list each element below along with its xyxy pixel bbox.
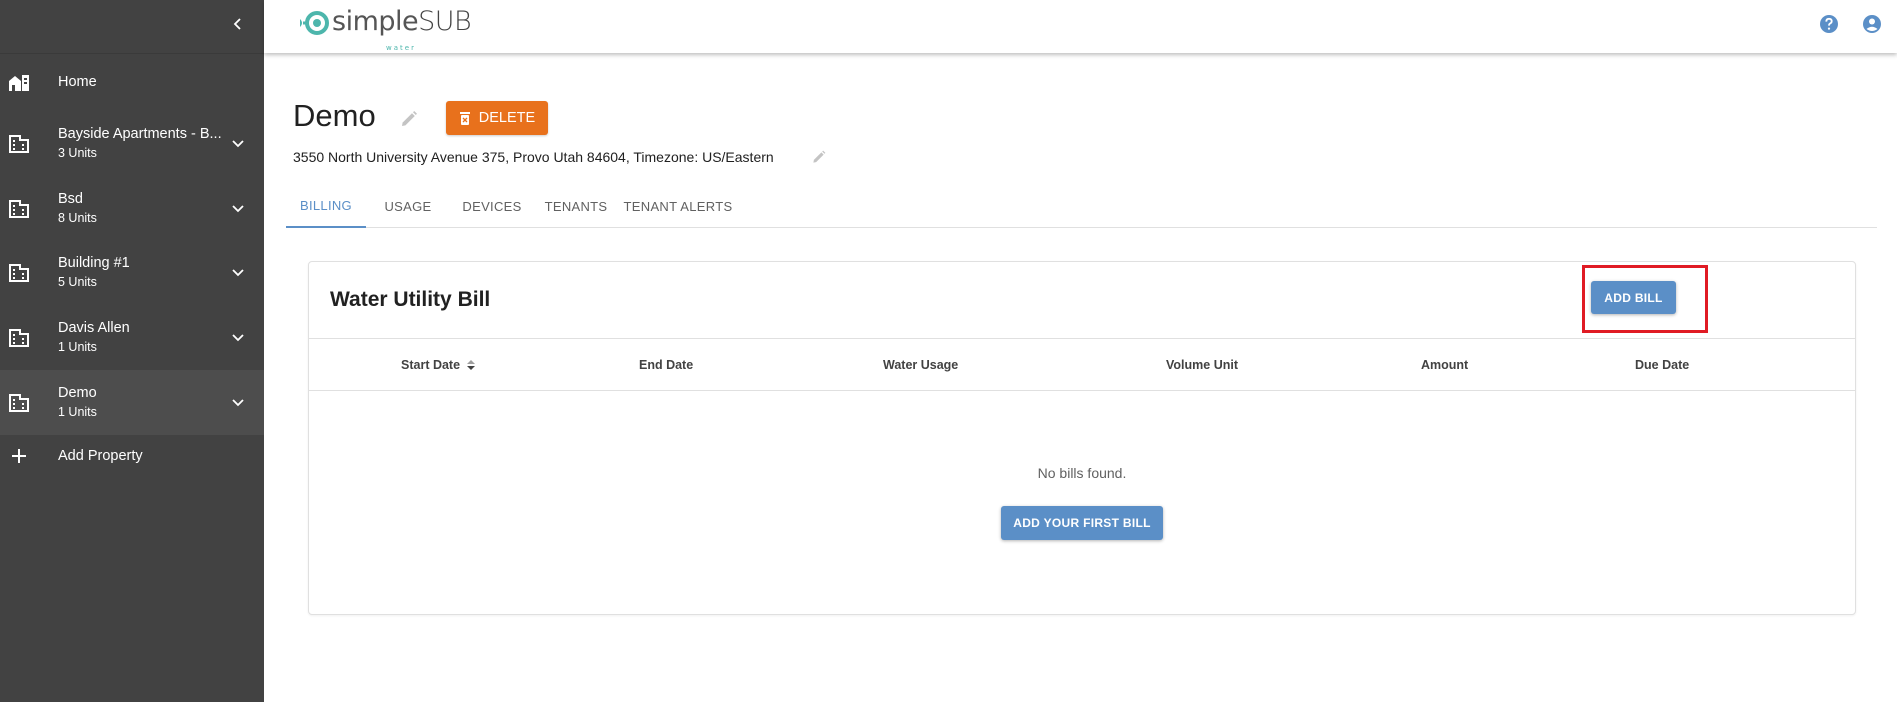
card-title: Water Utility Bill (330, 288, 491, 311)
add-first-bill-button[interactable]: ADD YOUR FIRST BILL (1001, 506, 1163, 540)
logo-droplet-icon (300, 11, 329, 35)
sidebar-item-property-active[interactable]: Demo 1 Units (0, 370, 264, 435)
edit-address-pencil-icon[interactable] (811, 149, 827, 165)
add-bill-button[interactable]: ADD BILL (1591, 281, 1676, 314)
chevron-left-icon (233, 18, 241, 30)
logo-wordmark: simpleSUB water (332, 6, 472, 53)
tab-usage[interactable]: USAGE (366, 184, 450, 228)
tab-billing[interactable]: BILLING (286, 184, 366, 228)
column-header-start-date[interactable]: Start Date (401, 339, 478, 391)
property-units: 1 Units (58, 340, 97, 354)
chevron-down-icon[interactable] (228, 134, 248, 154)
property-address: 3550 North University Avenue 375, Provo … (293, 149, 774, 165)
column-header-water-usage: Water Usage (883, 358, 959, 372)
sidebar-divider (0, 53, 264, 54)
building-icon (8, 198, 30, 220)
chevron-down-icon[interactable] (228, 199, 248, 219)
edit-pencil-icon[interactable] (399, 109, 419, 129)
building-icon (8, 262, 30, 284)
building-icon (8, 392, 30, 414)
tab-devices[interactable]: DEVICES (450, 184, 534, 228)
logo-text-sub: SUB (418, 6, 472, 37)
water-utility-bill-card: Water Utility Bill ADD BILL Start Date E… (308, 261, 1856, 615)
account-circle-icon[interactable] (1861, 13, 1883, 35)
top-bar: simpleSUB water (264, 0, 1897, 53)
sidebar: Home Bayside Apartments - B... 3 Units B… (0, 0, 264, 702)
bills-table-header: Start Date End Date Water Usage Volume U… (309, 338, 1855, 391)
page-title: Demo (293, 98, 376, 133)
property-units: 8 Units (58, 211, 97, 225)
delete-button-label: DELETE (478, 110, 536, 126)
property-name: Bayside Apartments - B... (58, 126, 222, 142)
column-header-end-date: End Date (639, 358, 694, 372)
tab-tenants[interactable]: TENANTS (534, 184, 618, 228)
column-header-volume-unit: Volume Unit (1166, 358, 1238, 372)
property-name: Demo (58, 385, 97, 401)
property-units: 3 Units (58, 146, 97, 160)
property-units: 1 Units (58, 405, 97, 419)
sidebar-item-property[interactable]: Bsd 8 Units (0, 182, 264, 236)
home-building-icon (8, 71, 30, 93)
chevron-down-icon[interactable] (228, 393, 248, 413)
property-tabs: BILLING USAGE DEVICES TENANTS TENANT ALE… (286, 184, 1877, 228)
building-icon (8, 327, 30, 349)
sidebar-item-add-property[interactable]: Add Property (0, 436, 264, 476)
trash-icon (459, 112, 470, 125)
chevron-down-icon[interactable] (228, 328, 248, 348)
sort-icon[interactable] (464, 358, 478, 372)
sidebar-item-property[interactable]: Davis Allen 1 Units (0, 311, 264, 365)
help-circle-icon[interactable] (1818, 13, 1840, 35)
empty-state-message: No bills found. (1037, 465, 1127, 481)
sidebar-collapse-button[interactable] (228, 10, 248, 38)
delete-button[interactable]: DELETE (446, 101, 548, 135)
property-units: 5 Units (58, 275, 97, 289)
sidebar-item-home[interactable]: Home (0, 62, 264, 102)
column-label: Start Date (401, 358, 461, 372)
simplesub-logo[interactable]: simpleSUB water (298, 5, 472, 53)
plus-icon (8, 445, 30, 467)
column-header-due-date: Due Date (1635, 358, 1690, 372)
sidebar-item-label: Home (58, 74, 97, 90)
property-name: Bsd (58, 191, 83, 207)
property-name: Davis Allen (58, 320, 130, 336)
main-content: Demo DELETE 3550 North University Avenue… (264, 54, 1897, 702)
sidebar-item-property[interactable]: Bayside Apartments - B... 3 Units (0, 117, 264, 171)
sidebar-item-property[interactable]: Building #1 5 Units (0, 246, 264, 300)
property-name: Building #1 (58, 255, 130, 271)
tab-tenant-alerts[interactable]: TENANT ALERTS (618, 184, 738, 228)
chevron-down-icon[interactable] (228, 263, 248, 283)
building-icon (8, 133, 30, 155)
sidebar-item-label: Add Property (58, 448, 143, 464)
column-header-amount: Amount (1421, 358, 1469, 372)
